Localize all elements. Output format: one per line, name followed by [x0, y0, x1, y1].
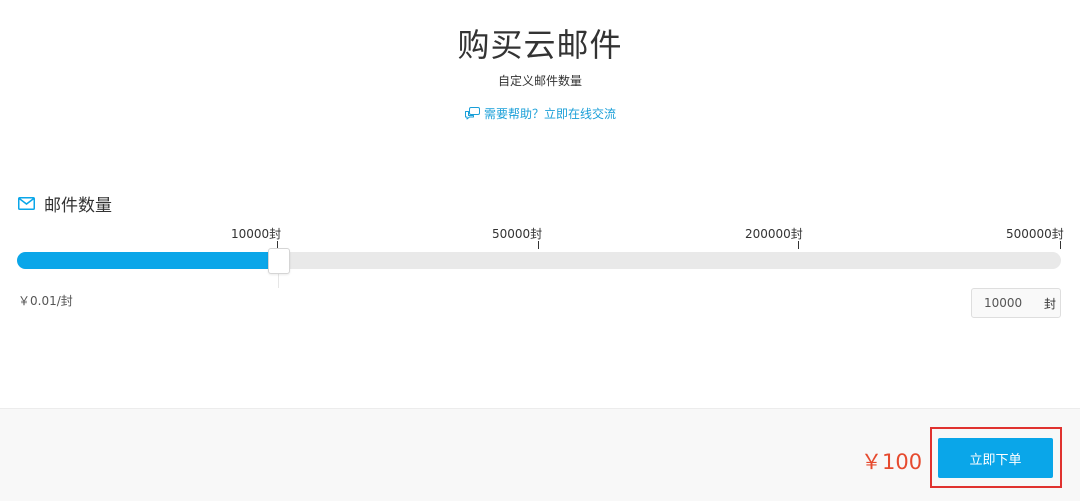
slider-tick-label[interactable]: 500000封 [1006, 225, 1064, 242]
slider-handle-guide [278, 274, 279, 288]
quantity-unit: 封 [1044, 296, 1057, 311]
help-row: 需要帮助？立即在线交流 [0, 105, 1080, 124]
help-link-text: 需要帮助？立即在线交流 [483, 107, 616, 121]
unit-price: ￥0.01/封 [18, 294, 73, 308]
slider-tick-mark [1060, 241, 1061, 249]
page-subtitle: 自定义邮件数量 [497, 74, 582, 88]
quantity-field: 封 [971, 288, 1061, 318]
slider-tick-label[interactable]: 10000封 [231, 225, 281, 242]
section-header: 邮件数量 [18, 191, 112, 216]
section-label: 邮件数量 [44, 196, 112, 216]
order-now-button[interactable]: 立即下单 [938, 438, 1053, 478]
help-chat-link[interactable]: 需要帮助？立即在线交流 [464, 105, 616, 122]
mail-icon [18, 197, 35, 210]
slider-tick-label[interactable]: 200000封 [745, 225, 803, 242]
quantity-input[interactable] [972, 289, 1030, 317]
page-title: 购买云邮件 [457, 26, 623, 64]
slider-tick-mark [798, 241, 799, 249]
total-price: ￥100 [861, 450, 923, 474]
slider-tick-mark [538, 241, 539, 249]
slider-handle[interactable] [268, 248, 290, 274]
slider-fill [17, 252, 273, 269]
chat-bubbles-icon [464, 106, 480, 121]
slider-tick-label[interactable]: 50000封 [492, 225, 542, 242]
page: 购买云邮件 自定义邮件数量 需要帮助？立即在线交流 邮件数量 10000封 50… [0, 0, 1080, 501]
